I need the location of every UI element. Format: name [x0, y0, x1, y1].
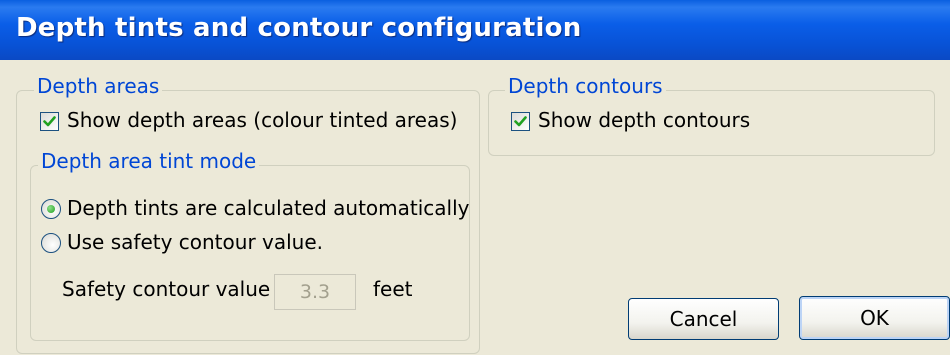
window-title: Depth tints and contour configuration [16, 13, 582, 43]
tint-mode-legend: Depth area tint mode [38, 149, 260, 173]
checkmark-icon [514, 116, 527, 127]
ok-button[interactable]: OK [799, 296, 950, 340]
depth-contours-legend: Depth contours [505, 74, 666, 98]
radio-selected-dot [47, 205, 55, 213]
show-depth-areas-label[interactable]: Show depth areas (colour tinted areas) [67, 108, 457, 132]
show-depth-areas-checkbox[interactable] [40, 112, 59, 131]
safety-contour-radio[interactable] [41, 233, 61, 253]
depth-areas-legend: Depth areas [34, 74, 163, 98]
title-bar[interactable]: Depth tints and contour configuration [0, 0, 950, 60]
auto-tint-radio[interactable] [41, 199, 61, 219]
safety-contour-option-label[interactable]: Use safety contour value. [67, 230, 323, 254]
safety-contour-value-input[interactable]: 3.3 [274, 274, 356, 310]
safety-contour-value-label: Safety contour value [62, 277, 271, 301]
show-depth-contours-checkbox[interactable] [511, 112, 530, 131]
cancel-button[interactable]: Cancel [628, 298, 779, 340]
safety-contour-unit: feet [373, 277, 413, 301]
checkmark-icon [43, 116, 56, 127]
auto-tint-label[interactable]: Depth tints are calculated automatically [67, 196, 470, 220]
dialog-body: Depth areas Show depth areas (colour tin… [0, 60, 950, 355]
show-depth-contours-label[interactable]: Show depth contours [538, 108, 750, 132]
